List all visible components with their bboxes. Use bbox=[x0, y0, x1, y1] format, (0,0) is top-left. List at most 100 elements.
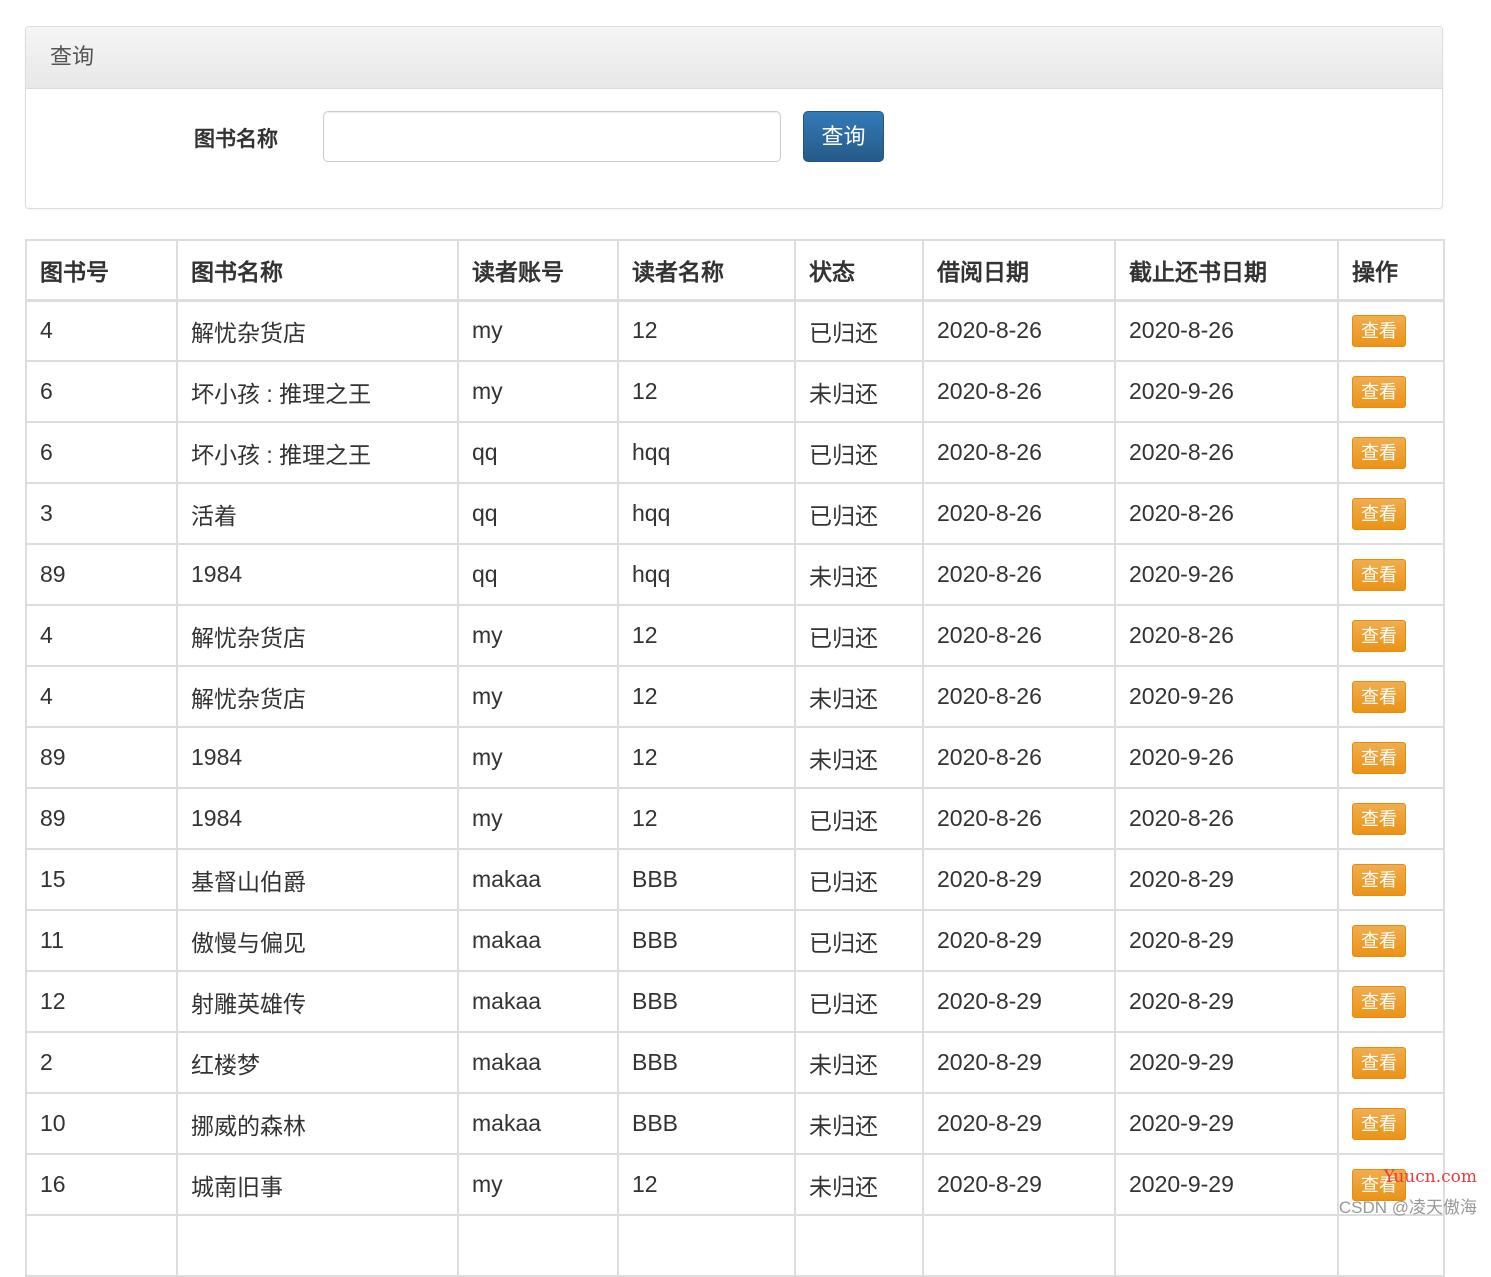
cell-action: 查看 bbox=[1338, 1032, 1444, 1093]
cell-action: 查看 bbox=[1338, 727, 1444, 788]
cell-reader-name: BBB bbox=[618, 971, 795, 1032]
view-button[interactable]: 查看 bbox=[1352, 1108, 1406, 1140]
cell-book-name: 城南旧事 bbox=[177, 1154, 458, 1215]
header-reader-account: 读者账号 bbox=[458, 240, 618, 300]
view-button[interactable]: 查看 bbox=[1352, 498, 1406, 530]
cell-due-date: 2020-8-29 bbox=[1115, 971, 1338, 1032]
cell-book-name: 基督山伯爵 bbox=[177, 849, 458, 910]
cell-status: 已归还 bbox=[795, 910, 923, 971]
cell-reader-account: my bbox=[458, 300, 618, 361]
cell-reader-name: 12 bbox=[618, 666, 795, 727]
cell-borrow-date: 2020-8-26 bbox=[923, 361, 1115, 422]
view-button[interactable]: 查看 bbox=[1352, 559, 1406, 591]
book-name-input[interactable] bbox=[323, 111, 781, 162]
cell-due-date: 2020-8-26 bbox=[1115, 422, 1338, 483]
cell-book-id: 89 bbox=[26, 788, 177, 849]
cell-status: 已归还 bbox=[795, 849, 923, 910]
table-row: 3活着qqhqq已归还2020-8-262020-8-26查看 bbox=[26, 483, 1444, 544]
cell-action: 查看 bbox=[1338, 1093, 1444, 1154]
cell-book-name: 挪威的森林 bbox=[177, 1093, 458, 1154]
cell-status: 未归还 bbox=[795, 1032, 923, 1093]
cell-status: 已归还 bbox=[795, 422, 923, 483]
cell-book-id: 11 bbox=[26, 910, 177, 971]
table-row: 12射雕英雄传makaaBBB已归还2020-8-292020-8-29查看 bbox=[26, 971, 1444, 1032]
cell-borrow-date: 2020-8-26 bbox=[923, 666, 1115, 727]
cell-reader-name bbox=[618, 1215, 795, 1276]
header-due-date: 截止还书日期 bbox=[1115, 240, 1338, 300]
header-borrow-date: 借阅日期 bbox=[923, 240, 1115, 300]
view-button[interactable]: 查看 bbox=[1352, 864, 1406, 896]
cell-reader-account: makaa bbox=[458, 910, 618, 971]
cell-reader-account: my bbox=[458, 605, 618, 666]
view-button[interactable]: 查看 bbox=[1352, 1169, 1406, 1201]
table-row: 15基督山伯爵makaaBBB已归还2020-8-292020-8-29查看 bbox=[26, 849, 1444, 910]
cell-reader-name: hqq bbox=[618, 483, 795, 544]
cell-status: 已归还 bbox=[795, 300, 923, 361]
view-button[interactable]: 查看 bbox=[1352, 315, 1406, 347]
view-button[interactable]: 查看 bbox=[1352, 803, 1406, 835]
cell-reader-account: makaa bbox=[458, 1093, 618, 1154]
cell-reader-account: qq bbox=[458, 483, 618, 544]
view-button[interactable]: 查看 bbox=[1352, 620, 1406, 652]
cell-borrow-date: 2020-8-29 bbox=[923, 849, 1115, 910]
view-button[interactable]: 查看 bbox=[1352, 376, 1406, 408]
cell-book-name: 傲慢与偏见 bbox=[177, 910, 458, 971]
table-row: 2红楼梦makaaBBB未归还2020-8-292020-9-29查看 bbox=[26, 1032, 1444, 1093]
table-row: 6坏小孩 : 推理之王my12未归还2020-8-262020-9-26查看 bbox=[26, 361, 1444, 422]
cell-borrow-date: 2020-8-26 bbox=[923, 544, 1115, 605]
cell-reader-name: 12 bbox=[618, 788, 795, 849]
table-row: 10挪威的森林makaaBBB未归还2020-8-292020-9-29查看 bbox=[26, 1093, 1444, 1154]
cell-borrow-date: 2020-8-29 bbox=[923, 1093, 1115, 1154]
cell-reader-account: my bbox=[458, 361, 618, 422]
cell-due-date: 2020-9-26 bbox=[1115, 361, 1338, 422]
cell-status: 未归还 bbox=[795, 727, 923, 788]
table-row: 891984my12已归还2020-8-262020-8-26查看 bbox=[26, 788, 1444, 849]
cell-book-id: 16 bbox=[26, 1154, 177, 1215]
cell-book-id: 4 bbox=[26, 666, 177, 727]
cell-reader-name: BBB bbox=[618, 910, 795, 971]
cell-borrow-date: 2020-8-26 bbox=[923, 300, 1115, 361]
cell-borrow-date: 2020-8-29 bbox=[923, 971, 1115, 1032]
cell-action: 查看 bbox=[1338, 1154, 1444, 1215]
cell-book-id: 89 bbox=[26, 544, 177, 605]
cell-reader-account: makaa bbox=[458, 1032, 618, 1093]
table-row: 4解忧杂货店my12已归还2020-8-262020-8-26查看 bbox=[26, 605, 1444, 666]
cell-due-date: 2020-8-26 bbox=[1115, 300, 1338, 361]
table-row: 4解忧杂货店my12未归还2020-8-262020-9-26查看 bbox=[26, 666, 1444, 727]
view-button[interactable]: 查看 bbox=[1352, 986, 1406, 1018]
cell-book-id: 6 bbox=[26, 361, 177, 422]
view-button[interactable]: 查看 bbox=[1352, 742, 1406, 774]
cell-book-id: 89 bbox=[26, 727, 177, 788]
cell-book-name: 活着 bbox=[177, 483, 458, 544]
cell-book-name bbox=[177, 1215, 458, 1276]
view-button[interactable]: 查看 bbox=[1352, 1047, 1406, 1079]
cell-reader-name: 12 bbox=[618, 361, 795, 422]
cell-reader-name: 12 bbox=[618, 1154, 795, 1215]
view-button[interactable]: 查看 bbox=[1352, 925, 1406, 957]
header-action: 操作 bbox=[1338, 240, 1444, 300]
cell-action: 查看 bbox=[1338, 788, 1444, 849]
cell-book-id: 4 bbox=[26, 300, 177, 361]
cell-book-name: 1984 bbox=[177, 788, 458, 849]
cell-action: 查看 bbox=[1338, 666, 1444, 727]
cell-book-name: 1984 bbox=[177, 727, 458, 788]
cell-borrow-date: 2020-8-26 bbox=[923, 422, 1115, 483]
cell-due-date: 2020-8-29 bbox=[1115, 849, 1338, 910]
cell-reader-account: my bbox=[458, 727, 618, 788]
cell-reader-name: hqq bbox=[618, 544, 795, 605]
cell-due-date: 2020-9-29 bbox=[1115, 1093, 1338, 1154]
cell-book-name: 1984 bbox=[177, 544, 458, 605]
search-button[interactable]: 查询 bbox=[803, 111, 884, 162]
cell-reader-name: 12 bbox=[618, 605, 795, 666]
cell-status: 未归还 bbox=[795, 1093, 923, 1154]
header-reader-name: 读者名称 bbox=[618, 240, 795, 300]
cell-reader-account: qq bbox=[458, 422, 618, 483]
cell-status: 已归还 bbox=[795, 971, 923, 1032]
view-button[interactable]: 查看 bbox=[1352, 681, 1406, 713]
cell-due-date: 2020-8-26 bbox=[1115, 788, 1338, 849]
cell-borrow-date: 2020-8-26 bbox=[923, 483, 1115, 544]
book-name-label: 图书名称 bbox=[194, 123, 278, 153]
view-button[interactable]: 查看 bbox=[1352, 437, 1406, 469]
cell-reader-name: BBB bbox=[618, 849, 795, 910]
table-row: 891984my12未归还2020-8-262020-9-26查看 bbox=[26, 727, 1444, 788]
